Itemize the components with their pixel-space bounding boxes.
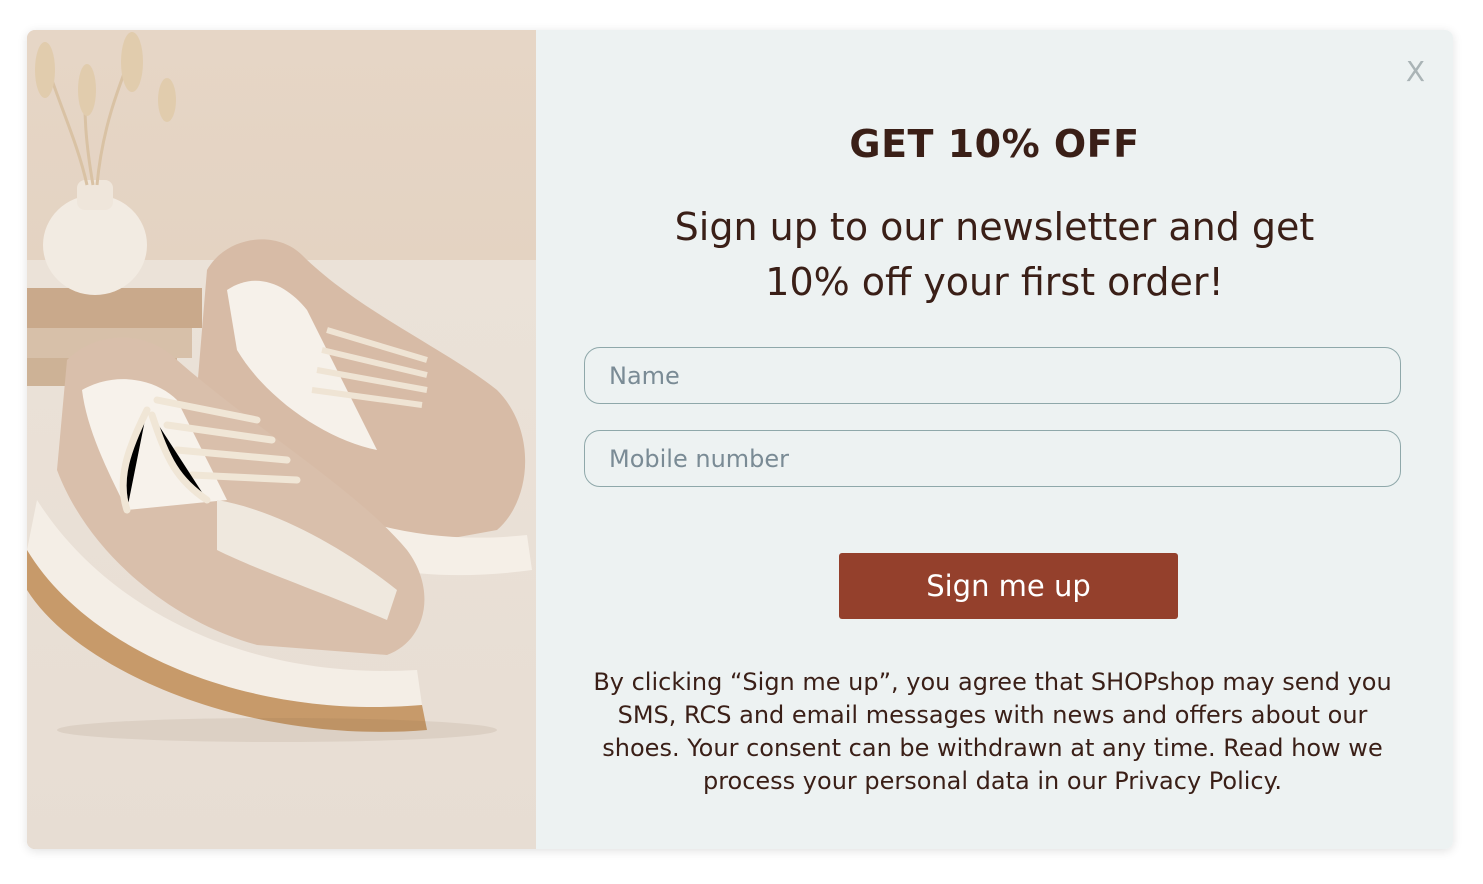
offer-subheading: Sign up to our newsletter and get 10% of… <box>674 205 1315 304</box>
sign-me-up-button[interactable]: Sign me up <box>839 553 1178 619</box>
newsletter-popup: X GET 10% OFF Sign up to our newsletter … <box>27 30 1453 849</box>
name-field[interactable] <box>584 347 1401 404</box>
mobile-number-field[interactable] <box>584 430 1401 487</box>
consent-text: By clicking “Sign me up”, you agree that… <box>593 668 1392 795</box>
signup-panel: X GET 10% OFF Sign up to our newsletter … <box>536 30 1453 849</box>
sneakers-photo <box>27 30 536 849</box>
close-icon[interactable]: X <box>1406 58 1425 86</box>
hero-image <box>27 30 536 849</box>
offer-heading: GET 10% OFF <box>849 122 1140 166</box>
